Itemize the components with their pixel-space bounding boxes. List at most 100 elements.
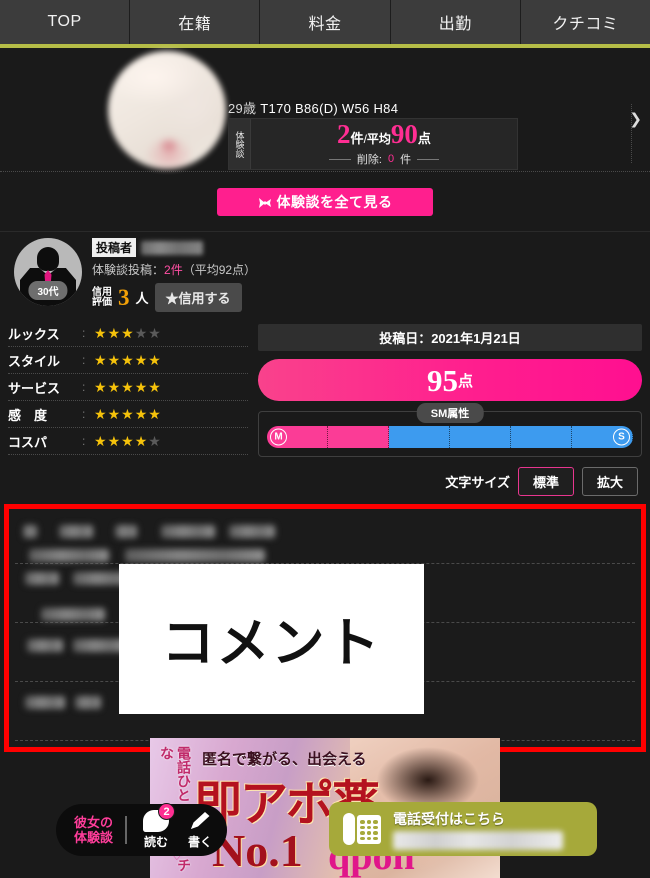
- reviewer-trust-row: 信用 評価 3 人 ★信用する: [92, 283, 256, 312]
- rating-colon: :: [82, 353, 86, 367]
- rating-stars: ★★★★★: [94, 351, 162, 368]
- sm-cap-s: S: [613, 428, 630, 446]
- bottom-banner-area: 電話ひとつでエッチな 匿名で繋がる、出会える 即アポ薬 No.1 qpon ♡ …: [0, 730, 650, 878]
- post-date: 投稿日：2021年1月21日: [258, 324, 642, 351]
- poster-tag: 投稿者: [92, 238, 137, 257]
- deleted-unit: 件: [400, 154, 412, 166]
- floating-title-line1: 彼女の: [74, 815, 114, 830]
- rating-row-service: サービス : ★★★★★: [8, 374, 248, 401]
- floating-actions: 2 読む 書く: [139, 803, 213, 850]
- ratings-and-score: ルックス : ★★★★★ スタイル : ★★★★★ サービス : ★★★★★ 感…: [0, 320, 650, 457]
- avatar-head: [37, 247, 59, 271]
- sm-segment-3: [389, 426, 450, 448]
- profile-body-spec: T170 B86(D) W56 H84: [260, 101, 399, 116]
- view-all-experiences-button[interactable]: 体験談を全て見る: [217, 187, 433, 216]
- total-score-badge: 95 点: [258, 359, 642, 401]
- experience-stats-label: 体験談: [229, 119, 251, 169]
- profile-age: 29歳: [228, 101, 257, 116]
- post-stats-prefix: 体験談投稿：: [92, 263, 165, 277]
- profile-strip: 29歳 T170 B86(D) W56 H84 体験談 2件/平均90点 削除:…: [0, 48, 650, 172]
- write-action-button[interactable]: 書く: [187, 810, 213, 850]
- rating-colon: :: [82, 407, 86, 421]
- trust-unit: 人: [135, 291, 149, 306]
- experience-deleted-row: 削除: 0 件: [328, 151, 440, 167]
- floating-bar-title: 彼女の 体験談: [74, 815, 113, 845]
- text-size-standard-button[interactable]: 標準: [517, 467, 574, 496]
- sm-attribute-title: SM属性: [416, 403, 484, 423]
- telephone-icon: [343, 812, 381, 846]
- rating-stars: ★★★★★: [94, 324, 162, 341]
- sm-cap-m: M: [270, 428, 287, 446]
- experience-count: 2: [337, 119, 351, 149]
- nav-item-top[interactable]: TOP: [0, 0, 131, 44]
- rating-stars: ★★★★★: [94, 432, 162, 449]
- rating-label: ルックス: [8, 326, 60, 342]
- view-all-label: 体験談を全て見る: [276, 193, 393, 210]
- total-score-unit: 点: [457, 372, 473, 390]
- rating-stars: ★★★★★: [94, 378, 162, 395]
- rating-row-sensitivity: 感 度 : ★★★★★: [8, 401, 248, 428]
- rating-row-costperf: コスパ : ★★★★★: [8, 428, 248, 455]
- ribbon-icon: [258, 196, 272, 208]
- reviewer-info: 投稿者 体験談投稿：2件（平均92点） 信用 評価 3 人 ★信用する: [92, 238, 256, 312]
- comment-overlay-text: コメント: [161, 614, 382, 673]
- trust-count: 3: [118, 285, 130, 310]
- rating-label: スタイル: [8, 353, 61, 369]
- deleted-count: 0: [387, 153, 395, 165]
- text-size-large-button[interactable]: 拡大: [581, 467, 638, 496]
- phone-cta-button[interactable]: 電話受付はこちら: [329, 802, 597, 856]
- score-column: 投稿日：2021年1月21日 95 点 SM属性 M S: [258, 320, 642, 457]
- text-size-label: 文字サイズ: [445, 475, 510, 490]
- trust-button[interactable]: ★信用する: [154, 283, 242, 312]
- total-score-value: 95: [426, 362, 458, 398]
- floating-title-line2: 体験談: [74, 830, 114, 845]
- sm-segment-5: [511, 426, 572, 448]
- reviewer-post-stats: 体験談投稿：2件（平均92点）: [92, 261, 256, 278]
- nav-item-schedule[interactable]: 出勤: [391, 0, 521, 44]
- girl-photo[interactable]: [108, 51, 226, 169]
- experience-avg-value: 90: [390, 119, 418, 149]
- pencil-icon: [187, 810, 213, 832]
- sm-attribute-box: SM属性 M S: [258, 403, 642, 457]
- nav-item-roster[interactable]: 在籍: [130, 0, 261, 44]
- nav-item-pricing[interactable]: 料金: [260, 0, 391, 44]
- text-size-control: 文字サイズ 標準 拡大: [0, 457, 650, 504]
- left-dash: [328, 158, 351, 160]
- experience-count-unit: 件: [350, 131, 364, 146]
- post-average: （平均92点）: [182, 263, 257, 277]
- read-action-button[interactable]: 2 読む: [143, 803, 176, 850]
- reviewer-identity-row: 投稿者: [92, 238, 256, 257]
- sm-segment-2: [328, 426, 389, 448]
- rating-label: コスパ: [8, 434, 48, 450]
- main-navigation: TOP 在籍 料金 出勤 クチコミ: [0, 0, 650, 48]
- post-count: 2件: [164, 263, 183, 277]
- comment-overlay: コメント: [119, 564, 424, 714]
- rating-colon: :: [82, 434, 86, 448]
- avatar: 30代: [14, 238, 82, 306]
- read-label: 読む: [144, 835, 169, 849]
- phone-cta-text: 電話受付はこちら: [393, 809, 563, 850]
- rating-row-looks: ルックス : ★★★★★: [8, 320, 248, 347]
- rating-label: 感 度: [8, 407, 48, 423]
- experience-stats-primary: 2件/平均90点: [337, 121, 431, 148]
- rating-row-style: スタイル : ★★★★★: [8, 347, 248, 374]
- right-dash: [417, 158, 440, 160]
- rating-stars: ★★★★★: [94, 405, 162, 422]
- sm-attribute-bar: M S: [267, 426, 633, 448]
- floating-divider: [125, 816, 128, 844]
- phone-cta-heading: 電話受付はこちら: [393, 810, 505, 827]
- rating-colon: :: [82, 326, 86, 340]
- rating-label: サービス: [8, 380, 61, 396]
- reviewer-block: 30代 投稿者 体験談投稿：2件（平均92点） 信用 評価 3 人 ★信用する: [0, 232, 650, 320]
- chevron-right-icon[interactable]: ❯: [629, 112, 642, 127]
- page-root: TOP 在籍 料金 出勤 クチコミ 29歳 T170 B86(D) W56 H8…: [0, 0, 650, 878]
- phone-number-redacted: [393, 830, 563, 850]
- unread-badge: 2: [158, 803, 176, 820]
- sm-segment-4: [450, 426, 511, 448]
- nav-item-reviews[interactable]: クチコミ: [521, 0, 650, 44]
- trust-label-line2: 評価: [92, 296, 112, 308]
- comment-panel: コメント: [4, 504, 646, 752]
- experience-stats-box: 体験談 2件/平均90点 削除: 0 件: [228, 118, 518, 170]
- comment-row: [15, 515, 635, 564]
- deleted-label: 削除:: [356, 154, 382, 166]
